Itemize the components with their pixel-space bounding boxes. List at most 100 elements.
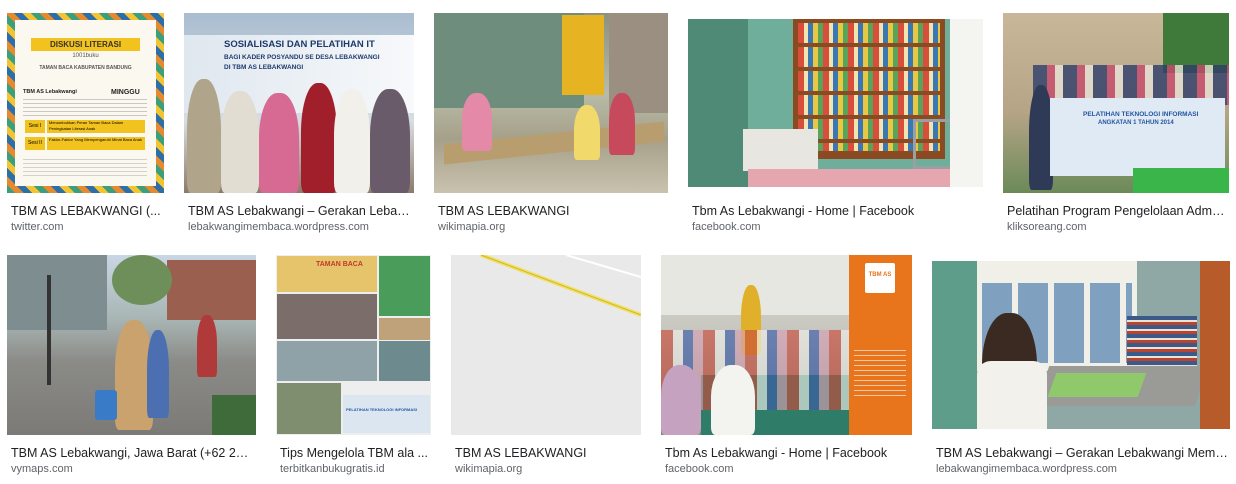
map-road — [480, 255, 641, 317]
result-source[interactable]: terbitkanbukugratis.id — [280, 462, 429, 476]
image-result-1[interactable]: DISKUSI LITERASI 1001buku TAMAN BACA KAB… — [7, 13, 164, 235]
result-source[interactable]: facebook.com — [665, 462, 910, 476]
quote-text — [854, 350, 906, 400]
poster-brand: TBM AS Lebakwangi — [23, 89, 77, 95]
banner-line-2: BAGI KADER POSYANDU SE DESA LEBAKWANGI — [224, 54, 380, 61]
image-thumbnail[interactable] — [932, 261, 1230, 429]
image-thumbnail[interactable]: PELATIHAN TEKNOLOGI INFORMASI ANGKATAN 1… — [1003, 13, 1229, 193]
result-source[interactable]: lebakwangimembaca.wordpress.com — [936, 462, 1228, 476]
image-thumbnail[interactable]: SOSIALISASI DAN PELATIHAN IT BAGI KADER … — [184, 13, 414, 193]
result-source[interactable]: twitter.com — [11, 220, 161, 234]
table — [743, 129, 818, 171]
green-cloth — [1133, 168, 1229, 193]
result-title[interactable]: TBM AS LEBAKWANGI — [455, 445, 639, 461]
result-title[interactable]: Tbm As Lebakwangi - Home | Facebook — [665, 445, 910, 461]
person — [334, 89, 370, 193]
person — [301, 83, 337, 193]
poster-heading: DISKUSI LITERASI — [31, 38, 140, 51]
child — [462, 93, 492, 151]
person — [259, 93, 299, 193]
person — [370, 89, 410, 193]
plants — [212, 395, 256, 435]
result-source[interactable]: wikimapia.org — [455, 462, 639, 476]
poster-footer — [23, 159, 147, 179]
person — [221, 91, 259, 193]
person — [187, 79, 221, 193]
image-result-3[interactable]: TBM AS LEBAKWANGI wikimapia.org — [434, 13, 668, 235]
wall-teal — [932, 261, 977, 429]
buildings — [7, 255, 107, 330]
result-source[interactable]: vymaps.com — [11, 462, 254, 476]
poster-date-block — [23, 99, 147, 117]
shopping-bag — [95, 390, 117, 420]
logo-box — [865, 263, 895, 293]
image-result-4[interactable]: Tbm As Lebakwangi - Home | Facebook face… — [688, 13, 983, 235]
image-thumbnail[interactable]: DISKUSI LITERASI 1001buku TAMAN BACA KAB… — [7, 13, 164, 193]
poster-topic-1: Menumbuhkan Peran Taman Baca Dalam Penin… — [47, 120, 145, 133]
banner-line-1: SOSIALISASI DAN PELATIHAN IT — [224, 39, 375, 50]
result-title[interactable]: TBM AS LEBAKWANGI — [438, 203, 666, 219]
image-thumbnail[interactable] — [7, 255, 256, 435]
wall-left — [688, 19, 748, 187]
collage-banner — [343, 395, 430, 433]
child — [711, 365, 755, 435]
trees — [1163, 13, 1229, 73]
buildings — [167, 260, 256, 320]
floor — [748, 169, 983, 187]
collage-tile — [277, 341, 377, 381]
image-thumbnail[interactable] — [434, 13, 668, 193]
banner-line-2: ANGKATAN 1 TAHUN 2014 — [1098, 120, 1174, 126]
child — [574, 105, 600, 160]
image-thumbnail[interactable] — [451, 255, 641, 435]
result-title[interactable]: Tips Mengelola TBM ala ... — [280, 445, 429, 461]
collage-tile — [277, 294, 377, 339]
result-title[interactable]: Pelatihan Program Pengelolaan Admi... — [1007, 203, 1225, 219]
image-thumbnail[interactable]: TAMAN BACA PELATIHAN TEKNOLOGI INFORMASI — [276, 255, 431, 435]
banner-line-1: PELATIHAN TEKNOLOGI INFORMASI — [1083, 111, 1199, 118]
result-source[interactable]: wikimapia.org — [438, 220, 666, 234]
poster-session-1: Sesi I — [25, 120, 45, 133]
poster-session-2: Sesi II — [25, 137, 45, 150]
image-thumbnail[interactable]: TBM AS — [661, 255, 912, 435]
image-result-6[interactable]: TBM AS Lebakwangi, Jawa Barat (+62 22 ..… — [7, 255, 256, 477]
logo-text: TBM AS — [868, 272, 892, 278]
result-title[interactable]: TBM AS Lebakwangi – Gerakan Lebak... — [188, 203, 412, 219]
collage-tile — [379, 318, 430, 340]
image-result-7[interactable]: TAMAN BACA PELATIHAN TEKNOLOGI INFORMASI… — [276, 255, 431, 477]
image-result-9[interactable]: TBM AS Tbm As Lebakwangi - Home | Facebo… — [661, 255, 912, 477]
map-on-table — [1047, 373, 1147, 397]
image-result-10[interactable]: TBM AS Lebakwangi – Gerakan Lebakwangi M… — [932, 255, 1230, 477]
result-source[interactable]: kliksoreang.com — [1007, 220, 1225, 234]
child — [609, 93, 635, 155]
poster-stand — [562, 15, 604, 95]
collage-title: TAMAN BACA — [316, 261, 363, 268]
poster-subheading: 1001buku — [72, 53, 99, 59]
result-title[interactable]: TBM AS Lebakwangi – Gerakan Lebakwangi M… — [936, 445, 1228, 461]
image-thumbnail[interactable] — [688, 19, 983, 187]
shelf-right — [1200, 261, 1230, 429]
result-title[interactable]: TBM AS Lebakwangi, Jawa Barat (+62 22 ..… — [11, 445, 254, 461]
result-title[interactable]: Tbm As Lebakwangi - Home | Facebook — [692, 203, 980, 219]
image-result-8[interactable]: TBM AS LEBAKWANGI wikimapia.org — [451, 255, 641, 477]
image-result-5[interactable]: PELATIHAN TEKNOLOGI INFORMASI ANGKATAN 1… — [1003, 13, 1229, 235]
poster-topic-2: Faktor-Faktor Yang Mempengaruhi Minat Ba… — [47, 137, 145, 150]
image-result-2[interactable]: SOSIALISASI DAN PELATIHAN IT BAGI KADER … — [184, 13, 414, 235]
training-banner — [1050, 98, 1225, 176]
result-source[interactable]: facebook.com — [692, 220, 980, 234]
lamp-post — [47, 275, 51, 385]
poster-day: MINGGU — [111, 89, 140, 96]
person — [197, 315, 217, 377]
result-source[interactable]: lebakwangimembaca.wordpress.com — [188, 220, 412, 234]
result-title[interactable]: TBM AS LEBAKWANGI (... — [11, 203, 161, 219]
child — [661, 365, 701, 435]
poster-organizer: TAMAN BACA KABUPATEN BANDUNG — [39, 65, 132, 71]
collage-banner-text: PELATIHAN TEKNOLOGI INFORMASI — [346, 407, 418, 412]
banner-line-3: DI TBM AS LEBAKWANGI — [224, 64, 304, 71]
collage-tile — [379, 256, 430, 316]
tree — [112, 255, 172, 305]
collage-tile — [277, 383, 341, 434]
girl-dress — [977, 361, 1047, 429]
doorway — [950, 19, 983, 187]
collage-tile — [379, 341, 430, 381]
person — [147, 330, 169, 418]
